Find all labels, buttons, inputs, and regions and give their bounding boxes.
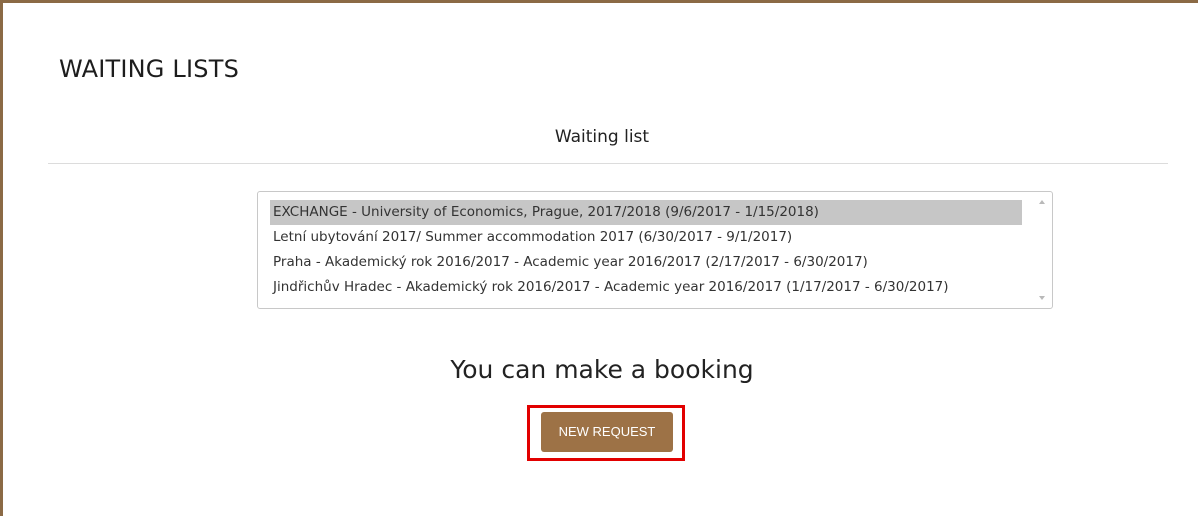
- new-request-button[interactable]: NEW REQUEST: [541, 412, 673, 452]
- waiting-list-options: EXCHANGE - University of Economics, Prag…: [270, 200, 1022, 300]
- chevron-down-icon[interactable]: [1039, 296, 1045, 300]
- divider: [48, 163, 1168, 164]
- chevron-up-icon[interactable]: [1039, 200, 1045, 204]
- section-title: Waiting list: [554, 127, 650, 147]
- waiting-list-option[interactable]: EXCHANGE - University of Economics, Prag…: [270, 200, 1022, 225]
- booking-message: You can make a booking: [450, 355, 754, 384]
- waiting-list-select[interactable]: EXCHANGE - University of Economics, Prag…: [257, 191, 1053, 309]
- page-frame: WAITING LISTS Waiting list EXCHANGE - Un…: [0, 0, 1198, 516]
- waiting-list-option[interactable]: Praha - Akademický rok 2016/2017 - Acade…: [270, 250, 1022, 275]
- page-title: WAITING LISTS: [59, 55, 240, 83]
- waiting-list-option[interactable]: Jindřichův Hradec - Akademický rok 2016/…: [270, 275, 1022, 300]
- waiting-list-option[interactable]: Letní ubytování 2017/ Summer accommodati…: [270, 225, 1022, 250]
- listbox-scrollbar[interactable]: [1032, 192, 1052, 308]
